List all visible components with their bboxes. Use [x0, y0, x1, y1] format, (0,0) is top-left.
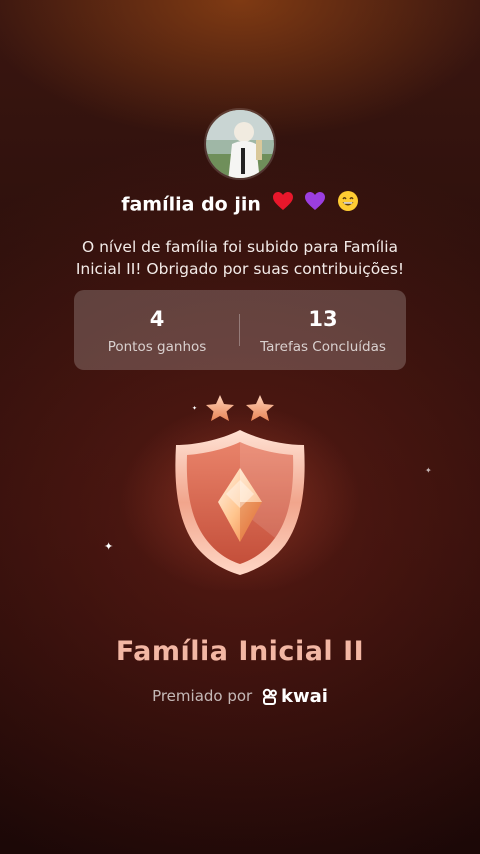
level-badge: ✦ ✦ ✦ — [0, 390, 480, 590]
awarded-by-label: Premiado por — [152, 687, 253, 705]
family-name: família do jin — [121, 193, 261, 216]
points-value: 4 — [149, 307, 165, 331]
points-stat: 4 Pontos ganhos — [74, 290, 240, 370]
tasks-label: Tarefas Concluídas — [260, 339, 386, 355]
tasks-stat: 13 Tarefas Concluídas — [240, 290, 406, 370]
family-avatar — [204, 108, 276, 180]
kwai-logo: kwai — [261, 685, 328, 709]
stats-card: 4 Pontos ganhos 13 Tarefas Concluídas — [74, 290, 406, 370]
level-up-message: O nível de família foi subido para Famíl… — [75, 238, 405, 278]
level-name: Família Inicial II — [115, 636, 365, 667]
purple-heart-icon — [304, 191, 326, 219]
points-label: Pontos ganhos — [107, 339, 207, 355]
badge-graphic — [120, 395, 360, 590]
avatar-photo — [206, 110, 274, 178]
grinning-face-icon — [337, 190, 359, 220]
family-name-row: família do jin — [0, 190, 480, 220]
level-up-screen: família do jin O nível de família foi su… — [0, 0, 480, 854]
awarded-by: Premiado por kwai — [0, 684, 480, 709]
tasks-value: 13 — [308, 307, 338, 331]
kwai-logo-icon — [262, 688, 277, 705]
kwai-brand-name: kwai — [281, 685, 328, 707]
red-heart-icon — [272, 191, 294, 219]
